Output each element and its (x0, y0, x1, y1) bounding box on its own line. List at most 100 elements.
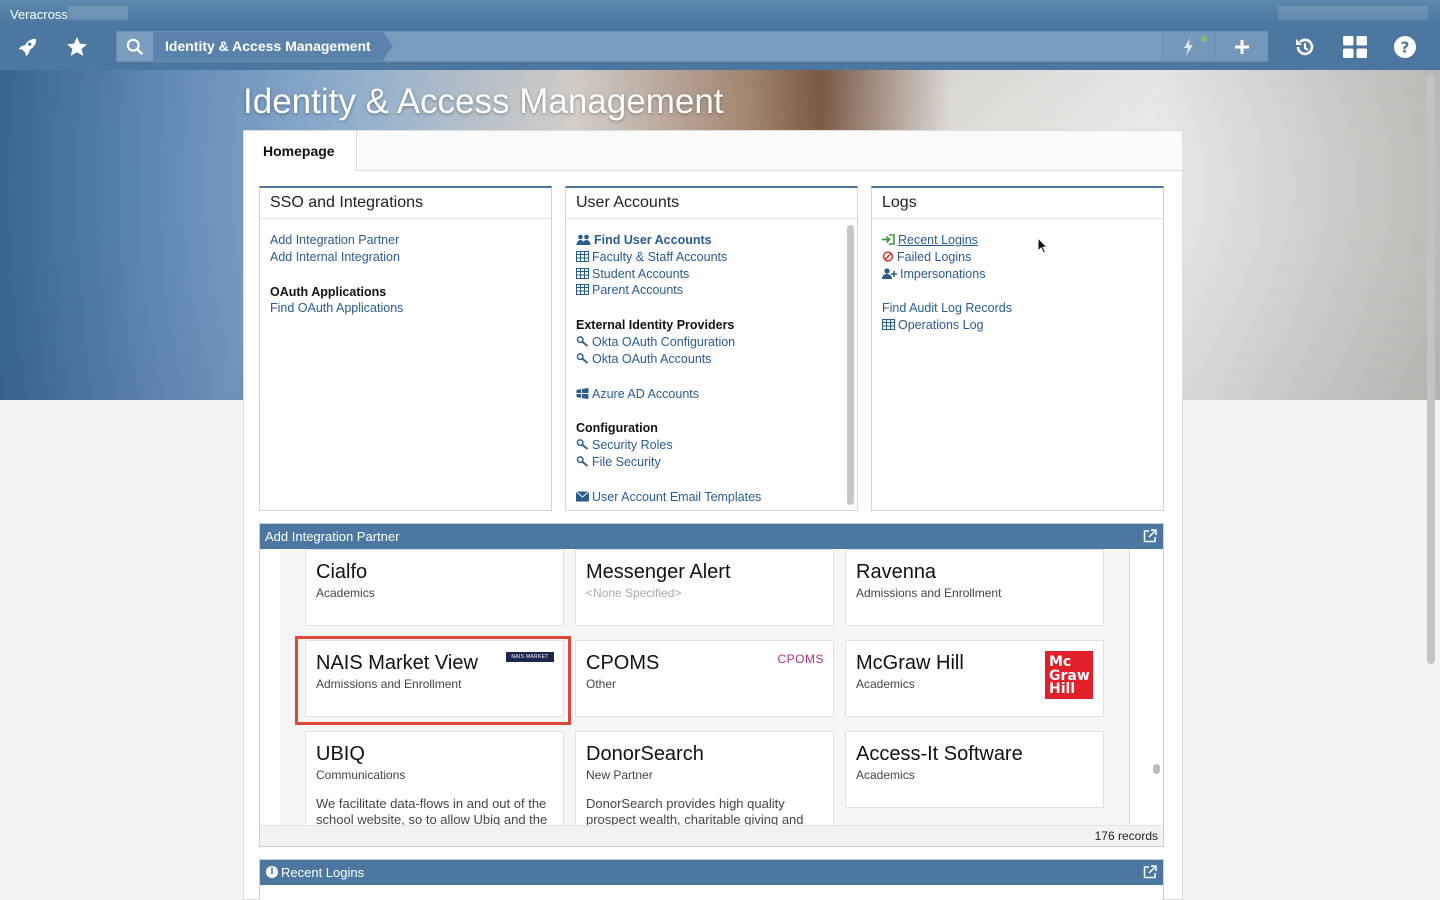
oauth-heading: OAuth Applications (270, 284, 387, 299)
star-icon[interactable] (62, 32, 92, 62)
faculty-staff-link[interactable]: Faculty & Staff Accounts (576, 249, 847, 266)
main-toolbar: Identity & Access Management ? (0, 22, 1440, 70)
recent-logins-widget: i Recent Logins (259, 859, 1164, 900)
configuration-heading: Configuration (576, 421, 658, 436)
recent-logins-link[interactable]: Recent Logins (882, 232, 1153, 249)
file-security-label: File Security (592, 454, 661, 469)
partner-name: Access-It Software (856, 743, 1023, 765)
file-security-link[interactable]: File Security (576, 454, 847, 471)
partner-tile[interactable]: CPOMS Other CPOMS (575, 640, 834, 717)
azure-label: Azure AD Accounts (592, 386, 700, 401)
find-oauth-link[interactable]: Find OAuth Applications (270, 300, 541, 317)
table-icon (576, 284, 589, 296)
external-link-icon[interactable] (1143, 529, 1157, 543)
partner-tile[interactable]: Cialfo Academics (305, 549, 564, 626)
search-icon[interactable] (117, 32, 154, 61)
partner-tile[interactable]: DonorSearch New Partner DonorSearch prov… (575, 731, 834, 826)
partner-name: DonorSearch (586, 743, 704, 765)
rocket-icon[interactable] (12, 32, 42, 62)
parent-accounts-link[interactable]: Parent Accounts (576, 282, 847, 299)
find-user-accounts-link[interactable]: Find User Accounts (576, 232, 847, 249)
partner-description: We facilitate data-flows in and out of t… (316, 796, 548, 826)
widget-scrollbar[interactable] (1153, 764, 1160, 774)
email-templates-label: User Account Email Templates (592, 489, 762, 504)
operations-log-link[interactable]: Operations Log (882, 317, 1153, 334)
student-label: Student Accounts (592, 266, 690, 281)
table-icon (882, 319, 895, 331)
email-templates-link[interactable]: User Account Email Templates (576, 489, 847, 506)
breadcrumb[interactable]: Identity & Access Management (154, 32, 393, 61)
find-user-accounts-label: Find User Accounts (594, 233, 712, 247)
cpoms-logo: CPOMS (777, 652, 824, 666)
add-internal-integration-link[interactable]: Add Internal Integration (270, 249, 541, 266)
wrench-icon (576, 456, 589, 467)
external-link-icon[interactable] (1143, 865, 1157, 879)
partner-category: Admissions and Enrollment (856, 586, 1002, 600)
windows-icon (576, 387, 589, 399)
history-icon[interactable] (1290, 32, 1320, 62)
panel-scrollbar[interactable] (847, 225, 854, 505)
sign-in-icon (882, 234, 895, 245)
wrench-icon (576, 336, 589, 347)
add-integration-partner-link[interactable]: Add Integration Partner (270, 232, 541, 249)
partner-description: DonorSearch provides high quality prospe… (586, 796, 804, 826)
partner-tile[interactable]: Access-It Software Academics (845, 731, 1104, 808)
help-icon[interactable]: ? (1390, 32, 1420, 62)
partner-tile[interactable]: UBIQ Communications We facilitate data-f… (305, 731, 564, 826)
partner-category: <None Specified> (586, 586, 682, 600)
okta-config-link[interactable]: Okta OAuth Configuration (576, 334, 847, 351)
partner-category: Communications (316, 768, 406, 782)
table-icon (576, 267, 589, 279)
partner-category: Academics (856, 768, 915, 782)
table-icon (576, 250, 589, 262)
grid-icon[interactable] (1340, 32, 1370, 62)
partner-category: Other (586, 677, 617, 691)
user-accounts-panel: User Accounts Find User Accounts Faculty… (565, 186, 858, 511)
tab-homepage[interactable]: Homepage (244, 131, 357, 171)
plus-icon[interactable] (1215, 32, 1268, 61)
panel-title: User Accounts (566, 188, 857, 219)
title-blur-right (1278, 6, 1428, 20)
azure-ad-link[interactable]: Azure AD Accounts (576, 386, 847, 403)
external-providers-heading: External Identity Providers (576, 318, 735, 333)
widget-header: i Recent Logins (260, 860, 1163, 885)
ban-icon (882, 251, 894, 262)
find-audit-log-link[interactable]: Find Audit Log Records (882, 300, 1153, 317)
bolt-icon[interactable] (1162, 32, 1215, 61)
partner-tile[interactable]: Messenger Alert <None Specified> (575, 549, 834, 626)
partner-tile[interactable]: McGraw Hill Academics Mc Graw Hill (845, 640, 1104, 717)
partner-category: New Partner (586, 768, 653, 782)
failed-logins-link[interactable]: Failed Logins (882, 249, 1153, 266)
search-bar[interactable]: Identity & Access Management (116, 31, 1268, 62)
partner-name: Ravenna (856, 561, 937, 583)
okta-accounts-label: Okta OAuth Accounts (592, 351, 712, 366)
user-plus-icon (882, 267, 897, 279)
window-titlebar: Veracross (0, 0, 1440, 22)
scroll-thumb[interactable] (847, 225, 854, 505)
sso-panel: SSO and Integrations Add Integration Par… (259, 186, 552, 511)
parent-label: Parent Accounts (592, 283, 684, 298)
envelope-icon (576, 490, 589, 502)
records-count: 176 records (1094, 829, 1158, 843)
title-blur (68, 6, 128, 20)
tab-bar: Homepage (244, 131, 1182, 171)
mouse-cursor-icon (1037, 237, 1049, 254)
okta-config-label: Okta OAuth Configuration (592, 334, 736, 349)
security-roles-link[interactable]: Security Roles (576, 437, 847, 454)
page-scrollbar[interactable] (1427, 74, 1435, 664)
wrench-icon (576, 352, 589, 364)
impersonations-link[interactable]: Impersonations (882, 266, 1153, 283)
widget-header: Add Integration Partner (260, 524, 1163, 549)
widget-title: Recent Logins (281, 865, 365, 880)
widget-footer: 176 records (260, 825, 1163, 846)
impersonations-label: Impersonations (900, 266, 986, 281)
okta-accounts-link[interactable]: Okta OAuth Accounts (576, 351, 847, 368)
partner-name: Messenger Alert (586, 561, 731, 583)
student-accounts-link[interactable]: Student Accounts (576, 266, 847, 283)
partner-tile[interactable]: Ravenna Admissions and Enrollment (845, 549, 1104, 626)
recent-logins-label: Recent Logins (898, 233, 978, 247)
widget-title: Add Integration Partner (265, 529, 400, 544)
app-title: Veracross (10, 7, 68, 22)
